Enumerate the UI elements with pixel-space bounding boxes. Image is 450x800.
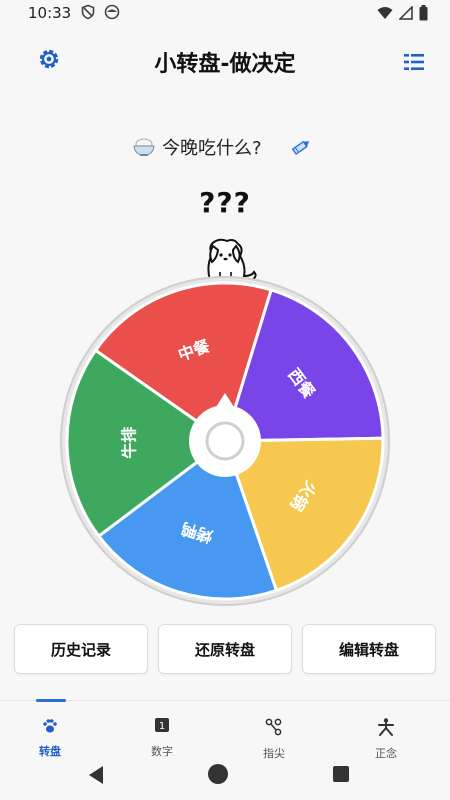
nav-label-fingertip: 指尖 xyxy=(263,747,285,760)
app-header: 小转盘-做决定 xyxy=(0,38,450,88)
battery-icon xyxy=(419,5,428,21)
history-button[interactable]: 历史记录 xyxy=(14,624,148,674)
pencil-icon[interactable] xyxy=(290,136,312,158)
number-icon: 1 xyxy=(155,718,169,732)
question-row: 今晚吃什么? xyxy=(0,132,450,162)
recents-icon[interactable] xyxy=(332,765,350,783)
nav-label-mindfulness: 正念 xyxy=(375,747,397,760)
wheel-segment-label: 牛排 xyxy=(119,427,139,459)
paw-icon xyxy=(43,719,57,733)
shield-icon xyxy=(81,4,95,20)
action-button-row: 历史记录 还原转盘 编辑转盘 xyxy=(14,624,436,674)
fingertip-icon xyxy=(265,718,282,736)
nav-label-wheel: 转盘 xyxy=(39,745,61,758)
nav-tab-wheel[interactable]: 转盘 xyxy=(20,717,80,759)
list-menu-icon[interactable] xyxy=(402,50,426,74)
wheel-svg[interactable]: 中餐西餐火锅烤鸭牛排 xyxy=(60,276,390,606)
page-title: 小转盘-做决定 xyxy=(154,52,296,77)
bottom-nav: 转盘 1 数字 指尖 正念 xyxy=(0,699,450,762)
back-icon[interactable] xyxy=(86,764,106,786)
spin-wheel[interactable]: 中餐 西餐 火锅 烤鸭 牛排 xyxy=(60,276,390,606)
svg-text:1: 1 xyxy=(159,721,165,732)
reset-wheel-button[interactable]: 还原转盘 xyxy=(158,624,292,674)
meditation-icon xyxy=(378,718,394,736)
nav-tab-fingertip[interactable]: 指尖 xyxy=(244,717,304,761)
home-icon[interactable] xyxy=(207,763,229,785)
status-bar: 10:33 xyxy=(0,0,450,26)
result-text: ??? xyxy=(199,186,251,219)
face-circle-icon xyxy=(104,4,120,20)
active-tab-indicator xyxy=(36,699,66,702)
system-nav-bar xyxy=(0,762,450,800)
question-text: 今晚吃什么? xyxy=(162,138,262,159)
rice-bowl-icon xyxy=(133,138,155,156)
nav-tab-mindfulness[interactable]: 正念 xyxy=(356,717,416,761)
signal-icon xyxy=(399,6,413,20)
status-time: 10:33 xyxy=(28,4,72,22)
nav-tab-number[interactable]: 1 数字 xyxy=(132,717,192,759)
edit-wheel-button[interactable]: 编辑转盘 xyxy=(302,624,436,674)
nav-label-number: 数字 xyxy=(151,745,173,758)
wifi-icon xyxy=(377,7,393,19)
